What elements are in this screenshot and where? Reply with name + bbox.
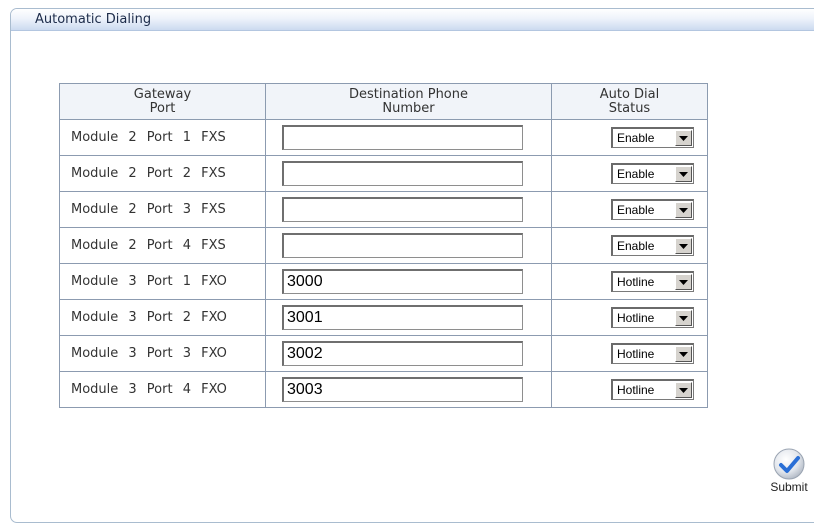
destination-cell — [265, 263, 552, 300]
checkmark-icon — [773, 448, 805, 480]
destination-phone-input[interactable] — [282, 197, 523, 222]
destination-cell — [265, 119, 552, 156]
gateway-port-cell: Module 3 Port 1 FXO — [59, 263, 266, 300]
auto-dial-status-cell: Hotline — [551, 335, 708, 372]
table-row: Module 3 Port 3 FXO Hotline — [59, 335, 708, 372]
chevron-down-icon[interactable] — [675, 238, 692, 254]
destination-cell — [265, 227, 552, 264]
table-row: Module 2 Port 3 FXS Enable — [59, 191, 708, 228]
chevron-down-icon[interactable] — [675, 346, 692, 362]
auto-dial-status-select[interactable]: Enable — [611, 127, 694, 148]
auto-dial-status-cell: Hotline — [551, 299, 708, 336]
gateway-port-cell: Module 3 Port 3 FXO — [59, 335, 266, 372]
header-line: Port — [149, 100, 176, 116]
table-row: Module 2 Port 2 FXS Enable — [59, 155, 708, 192]
auto-dial-status-cell: Enable — [551, 155, 708, 192]
select-value: Hotline — [617, 347, 655, 361]
column-header-destination: Destination Phone Number — [265, 83, 552, 120]
chevron-down-icon[interactable] — [675, 274, 692, 290]
table-row: Module 3 Port 2 FXO Hotline — [59, 299, 708, 336]
submit-button[interactable]: Submit — [764, 448, 814, 494]
table-row: Module 2 Port 4 FXS Enable — [59, 227, 708, 264]
select-value: Enable — [617, 203, 655, 217]
gateway-port-cell: Module 2 Port 3 FXS — [59, 191, 266, 228]
destination-phone-input[interactable] — [282, 125, 523, 150]
gateway-port-cell: Module 2 Port 4 FXS — [59, 227, 266, 264]
destination-cell — [265, 371, 552, 408]
table-header-row: Gateway Port Destination Phone Number Au… — [59, 83, 708, 120]
select-value: Enable — [617, 167, 655, 181]
chevron-down-icon[interactable] — [675, 382, 692, 398]
panel-title: Automatic Dialing — [35, 12, 152, 27]
select-value: Hotline — [617, 275, 655, 289]
destination-cell — [265, 335, 552, 372]
auto-dial-status-cell: Enable — [551, 227, 708, 264]
chevron-down-icon[interactable] — [675, 310, 692, 326]
destination-cell — [265, 299, 552, 336]
select-value: Enable — [617, 239, 655, 253]
chevron-down-icon[interactable] — [675, 202, 692, 218]
destination-phone-input[interactable] — [282, 233, 523, 258]
select-value: Hotline — [617, 383, 655, 397]
column-header-gateway-port: Gateway Port — [59, 83, 266, 120]
gateway-port-cell: Module 3 Port 4 FXO — [59, 371, 266, 408]
chevron-down-icon[interactable] — [675, 130, 692, 146]
gateway-port-cell: Module 3 Port 2 FXO — [59, 299, 266, 336]
column-header-auto-dial-status: Auto Dial Status — [551, 83, 708, 120]
auto-dial-status-select[interactable]: Hotline — [611, 343, 694, 364]
auto-dial-status-select[interactable]: Hotline — [611, 307, 694, 328]
destination-phone-input[interactable] — [282, 161, 523, 186]
header-line: Gateway — [133, 86, 192, 102]
table-row: Module 3 Port 1 FXO Hotline — [59, 263, 708, 300]
table-row: Module 2 Port 1 FXS Enable — [59, 119, 708, 156]
submit-label: Submit — [770, 480, 808, 494]
header-line: Auto Dial — [599, 86, 660, 102]
destination-phone-input[interactable] — [282, 341, 523, 366]
gateway-port-cell: Module 2 Port 2 FXS — [59, 155, 266, 192]
auto-dial-status-cell: Hotline — [551, 371, 708, 408]
destination-phone-input[interactable] — [282, 269, 523, 294]
select-value: Enable — [617, 131, 655, 145]
table-row: Module 3 Port 4 FXO Hotline — [59, 371, 708, 408]
auto-dial-status-cell: Enable — [551, 119, 708, 156]
destination-phone-input[interactable] — [282, 305, 523, 330]
gateway-port-cell: Module 2 Port 1 FXS — [59, 119, 266, 156]
select-value: Hotline — [617, 311, 655, 325]
destination-phone-input[interactable] — [282, 377, 523, 402]
auto-dial-status-cell: Hotline — [551, 263, 708, 300]
header-line: Destination Phone — [349, 86, 468, 102]
header-line: Number — [382, 100, 435, 116]
auto-dial-status-select[interactable]: Enable — [611, 199, 694, 220]
header-line: Status — [608, 100, 651, 116]
auto-dial-status-select[interactable]: Enable — [611, 235, 694, 256]
destination-cell — [265, 155, 552, 192]
auto-dial-table: Gateway Port Destination Phone Number Au… — [59, 83, 708, 408]
panel-header: Automatic Dialing — [11, 9, 814, 31]
auto-dial-status-select[interactable]: Hotline — [611, 379, 694, 400]
destination-cell — [265, 191, 552, 228]
auto-dial-status-cell: Enable — [551, 191, 708, 228]
auto-dial-status-select[interactable]: Hotline — [611, 271, 694, 292]
chevron-down-icon[interactable] — [675, 166, 692, 182]
auto-dial-status-select[interactable]: Enable — [611, 163, 694, 184]
